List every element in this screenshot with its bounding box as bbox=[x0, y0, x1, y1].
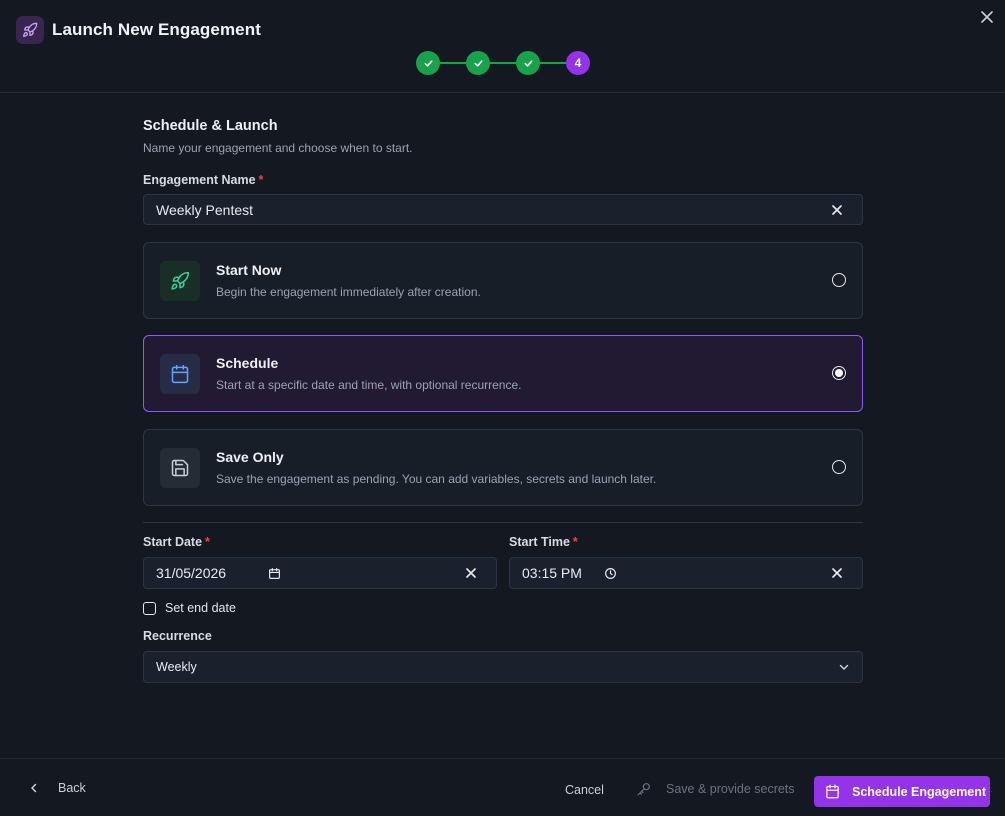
divider bbox=[143, 522, 863, 523]
check-icon bbox=[523, 59, 533, 67]
radio-selected-dot bbox=[835, 369, 843, 377]
start-date-value: 31/05/2026 bbox=[156, 565, 227, 581]
option-schedule[interactable]: Schedule Start at a specific date and ti… bbox=[143, 335, 863, 412]
dialog-header: Launch New Engagement 4 bbox=[0, 0, 1005, 93]
save-provide-secrets-button[interactable]: Save & provide secrets bbox=[636, 781, 795, 797]
radio-save-only[interactable] bbox=[832, 460, 846, 474]
check-icon bbox=[423, 59, 433, 67]
step-3-complete bbox=[516, 51, 540, 75]
start-time-input[interactable]: 03:15 PM bbox=[509, 557, 863, 589]
back-label: Back bbox=[58, 781, 86, 795]
radio-start-now[interactable] bbox=[832, 273, 846, 287]
start-time-value: 03:15 PM bbox=[522, 565, 582, 581]
option-title: Start Now bbox=[216, 262, 282, 278]
step-2-complete bbox=[466, 51, 490, 75]
engagement-name-input[interactable]: Weekly Pentest bbox=[143, 194, 863, 225]
schedule-engagement-button[interactable]: Schedule Engagement bbox=[814, 776, 990, 807]
set-end-date-checkbox[interactable]: Set end date bbox=[143, 601, 236, 615]
start-time-label: Start Time * bbox=[509, 535, 578, 549]
chevron-left-icon bbox=[31, 783, 37, 793]
save-icon bbox=[160, 448, 200, 488]
section-title: Schedule & Launch bbox=[143, 118, 278, 134]
option-description: Save the engagement as pending. You can … bbox=[216, 472, 657, 486]
back-button[interactable]: Back bbox=[28, 781, 86, 795]
required-mark: * bbox=[258, 173, 264, 187]
radio-schedule[interactable] bbox=[832, 366, 846, 380]
option-description: Start at a specific date and time, with … bbox=[216, 378, 522, 392]
required-mark: * bbox=[205, 535, 210, 549]
option-save-only[interactable]: Save Only Save the engagement as pending… bbox=[143, 429, 863, 506]
clock-icon[interactable] bbox=[604, 558, 617, 588]
progress-stepper: 4 bbox=[416, 51, 590, 75]
start-time-label-text: Start Time bbox=[509, 535, 570, 549]
calendar-icon bbox=[160, 354, 200, 394]
start-date-label-text: Start Date bbox=[143, 535, 203, 549]
check-icon bbox=[473, 59, 483, 67]
option-start-now[interactable]: Start Now Begin the engagement immediate… bbox=[143, 242, 863, 319]
checkbox-box[interactable] bbox=[143, 601, 156, 615]
dialog-footer: Back Cancel Save & provide secrets Sched… bbox=[0, 758, 1005, 816]
set-end-date-label: Set end date bbox=[165, 601, 236, 615]
step-connector bbox=[440, 62, 466, 64]
cancel-button[interactable]: Cancel bbox=[565, 783, 604, 797]
rocket-icon bbox=[16, 16, 44, 44]
section-subtitle: Name your engagement and choose when to … bbox=[143, 141, 413, 155]
clear-time-icon[interactable] bbox=[826, 558, 848, 588]
option-title: Schedule bbox=[216, 355, 279, 371]
step-connector bbox=[540, 62, 566, 64]
option-title: Save Only bbox=[216, 449, 284, 465]
clear-date-icon[interactable] bbox=[460, 558, 482, 588]
step-4-current: 4 bbox=[566, 51, 590, 75]
clear-name-icon[interactable] bbox=[826, 195, 848, 224]
step-1-complete bbox=[416, 51, 440, 75]
close-icon[interactable] bbox=[978, 8, 996, 26]
recurrence-select[interactable]: Weekly bbox=[143, 651, 863, 683]
rocket-icon bbox=[160, 261, 200, 301]
calendar-icon bbox=[825, 784, 840, 799]
schedule-engagement-label: Schedule Engagement bbox=[852, 784, 987, 799]
key-icon bbox=[637, 783, 650, 796]
secrets-label: Save & provide secrets bbox=[666, 782, 795, 796]
option-description: Begin the engagement immediately after c… bbox=[216, 285, 481, 299]
required-mark: * bbox=[572, 535, 578, 549]
calendar-picker-icon[interactable] bbox=[268, 558, 281, 588]
recurrence-label: Recurrence bbox=[143, 629, 212, 643]
step-connector bbox=[490, 62, 516, 64]
chevron-down-icon bbox=[838, 652, 850, 682]
start-date-input[interactable]: 31/05/2026 bbox=[143, 557, 497, 589]
engagement-name-label-text: Engagement Name bbox=[143, 173, 256, 187]
dialog-title: Launch New Engagement bbox=[52, 20, 261, 39]
recurrence-value: Weekly bbox=[156, 660, 197, 674]
start-date-label: Start Date * bbox=[143, 535, 210, 549]
engagement-name-label: Engagement Name * bbox=[143, 173, 263, 187]
engagement-name-value: Weekly Pentest bbox=[156, 201, 254, 218]
